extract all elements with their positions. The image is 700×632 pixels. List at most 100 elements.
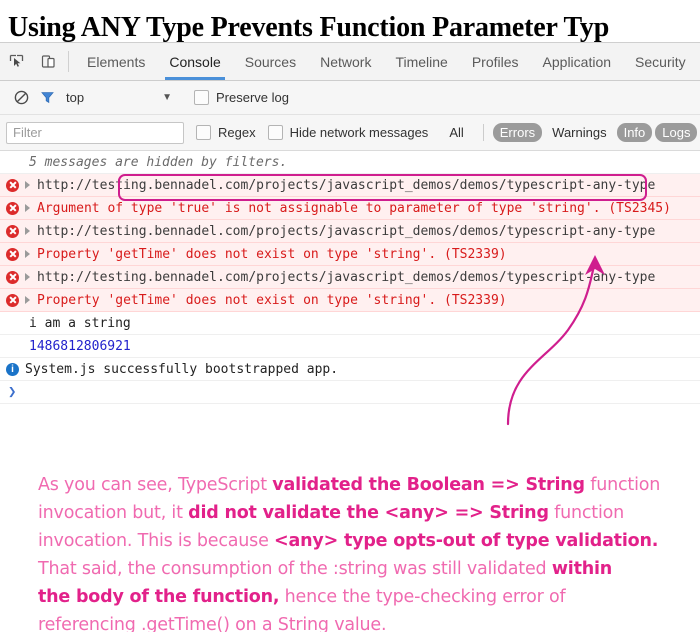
console-message-text: http://testing.bennadel.com/projects/jav… <box>37 269 656 285</box>
hide-network-checkbox[interactable] <box>267 125 283 140</box>
handwritten-annotation: As you can see, TypeScript validated the… <box>38 471 693 632</box>
note-line: As you can see, TypeScript validated the… <box>38 471 693 499</box>
tab-label: Console <box>169 53 221 70</box>
filter-placeholder: Filter <box>13 125 42 140</box>
console-message-text: 1486812806921 <box>29 338 131 354</box>
note-line: referencing .getTime() on a String value… <box>38 611 693 632</box>
note-line: invocation but, it did not validate the … <box>38 499 693 527</box>
level-warnings[interactable]: Warnings <box>545 123 613 142</box>
console-message-text: Property 'getTime' does not exist on typ… <box>37 292 507 308</box>
console-row-info[interactable]: i System.js successfully bootstrapped ap… <box>0 358 700 381</box>
inspect-element-icon[interactable] <box>0 43 32 80</box>
console-row-log-number[interactable]: 1486812806921 <box>0 335 700 358</box>
level-info[interactable]: Info <box>616 123 653 142</box>
preserve-log-group[interactable]: Preserve log <box>193 90 289 105</box>
note-text-bold: within <box>551 559 613 579</box>
console-message-text: Argument of type 'true' is not assignabl… <box>37 200 671 216</box>
console-context-row: top ▼ Preserve log <box>0 81 700 115</box>
hide-network-label: Hide network messages <box>289 125 429 140</box>
tab-application[interactable]: Application <box>531 43 624 80</box>
error-icon <box>6 201 19 215</box>
filter-funnel-icon[interactable] <box>34 90 60 105</box>
tab-label: Security <box>635 53 686 70</box>
console-row-error[interactable]: http://testing.bennadel.com/projects/jav… <box>0 220 700 243</box>
console-message-text: Property 'getTime' does not exist on typ… <box>37 246 507 262</box>
note-text: invocation but, it <box>38 503 189 523</box>
tab-timeline[interactable]: Timeline <box>383 43 459 80</box>
expand-triangle-icon[interactable] <box>25 273 30 281</box>
execution-context-value: top <box>66 90 85 105</box>
note-line: invocation. This is because <any> type o… <box>38 527 693 555</box>
preserve-log-label: Preserve log <box>215 90 289 105</box>
regex-group[interactable]: Regex <box>196 125 256 140</box>
preserve-log-checkbox[interactable] <box>193 90 209 105</box>
console-row-error[interactable]: http://testing.bennadel.com/projects/jav… <box>0 174 700 197</box>
error-icon <box>6 247 19 261</box>
tab-profiles[interactable]: Profiles <box>460 43 531 80</box>
note-text-bold: the body of the function, <box>38 587 280 607</box>
tab-label: Sources <box>244 53 297 70</box>
tab-label: Application <box>542 53 612 70</box>
toolbar-divider <box>68 51 69 72</box>
level-divider <box>482 124 484 141</box>
expand-triangle-icon[interactable] <box>25 296 30 304</box>
level-logs[interactable]: Logs <box>655 123 698 142</box>
note-text-bold: did not validate the <any> => String <box>188 503 549 523</box>
expand-triangle-icon[interactable] <box>25 204 30 212</box>
page-title: Using ANY Type Prevents Function Paramet… <box>8 12 610 42</box>
error-icon <box>6 270 19 284</box>
error-icon <box>6 224 19 238</box>
clear-console-icon[interactable] <box>8 90 34 105</box>
note-line: That said, the consumption of the :strin… <box>38 555 693 583</box>
note-text: referencing .getTime() on a String value… <box>38 615 387 632</box>
regex-checkbox[interactable] <box>196 125 211 140</box>
note-text: invocation. This is because <box>38 531 275 551</box>
device-toolbar-icon[interactable] <box>32 43 64 80</box>
level-errors[interactable]: Errors <box>492 123 543 142</box>
console-message-list: 5 messages are hidden by filters. http:/… <box>0 151 700 404</box>
error-icon <box>6 293 19 307</box>
console-message-text: i am a string <box>29 315 131 331</box>
tab-label: Network <box>320 53 372 70</box>
note-line: the body of the function, hence the type… <box>38 583 693 611</box>
console-message-text: System.js successfully bootstrapped app. <box>25 361 339 377</box>
regex-label: Regex <box>218 125 256 140</box>
tab-label: Timeline <box>395 53 448 70</box>
hide-network-group[interactable]: Hide network messages <box>267 125 429 140</box>
level-all[interactable]: All <box>442 123 470 142</box>
execution-context-select[interactable]: top ▼ <box>66 90 172 105</box>
note-text: That said, the consumption of the :strin… <box>38 559 552 579</box>
tab-security[interactable]: Security <box>623 43 698 80</box>
console-prompt-row[interactable]: ❯ <box>0 381 700 404</box>
note-text-bold: <any> type opts-out of type validation. <box>274 531 659 551</box>
level-filters: All Errors Warnings Info Logs <box>442 123 700 142</box>
tab-label: Profiles <box>471 53 519 70</box>
console-message-text: http://testing.bennadel.com/projects/jav… <box>37 177 656 193</box>
tab-sources[interactable]: Sources <box>233 43 308 80</box>
note-text: hence the type-checking error of <box>279 587 566 607</box>
devtools-window: Elements Console Sources Network Timelin… <box>0 42 700 632</box>
devtools-tabstrip: Elements Console Sources Network Timelin… <box>0 43 700 81</box>
console-row-error[interactable]: Property 'getTime' does not exist on typ… <box>0 289 700 312</box>
note-text: function <box>584 475 661 495</box>
console-filter-row: Filter Regex Hide network messages All E… <box>0 115 700 151</box>
filter-input[interactable]: Filter <box>6 121 184 144</box>
note-text: As you can see, TypeScript <box>38 475 273 495</box>
expand-triangle-icon[interactable] <box>25 250 30 258</box>
tab-network[interactable]: Network <box>308 43 383 80</box>
error-icon <box>6 178 19 192</box>
console-row-error[interactable]: Property 'getTime' does not exist on typ… <box>0 243 700 266</box>
console-message-text: http://testing.bennadel.com/projects/jav… <box>37 223 656 239</box>
console-row-error[interactable]: Argument of type 'true' is not assignabl… <box>0 197 700 220</box>
console-row-log[interactable]: i am a string <box>0 312 700 335</box>
note-text: function <box>548 503 625 523</box>
expand-triangle-icon[interactable] <box>25 181 30 189</box>
tab-console[interactable]: Console <box>157 43 232 80</box>
note-text-bold: validated the Boolean => String <box>272 475 585 495</box>
tab-label: Elements <box>87 53 146 70</box>
expand-triangle-icon[interactable] <box>25 227 30 235</box>
prompt-chevron-icon: ❯ <box>8 384 17 400</box>
tab-elements[interactable]: Elements <box>75 43 157 80</box>
info-icon: i <box>6 362 19 376</box>
console-row-error[interactable]: http://testing.bennadel.com/projects/jav… <box>0 266 700 289</box>
